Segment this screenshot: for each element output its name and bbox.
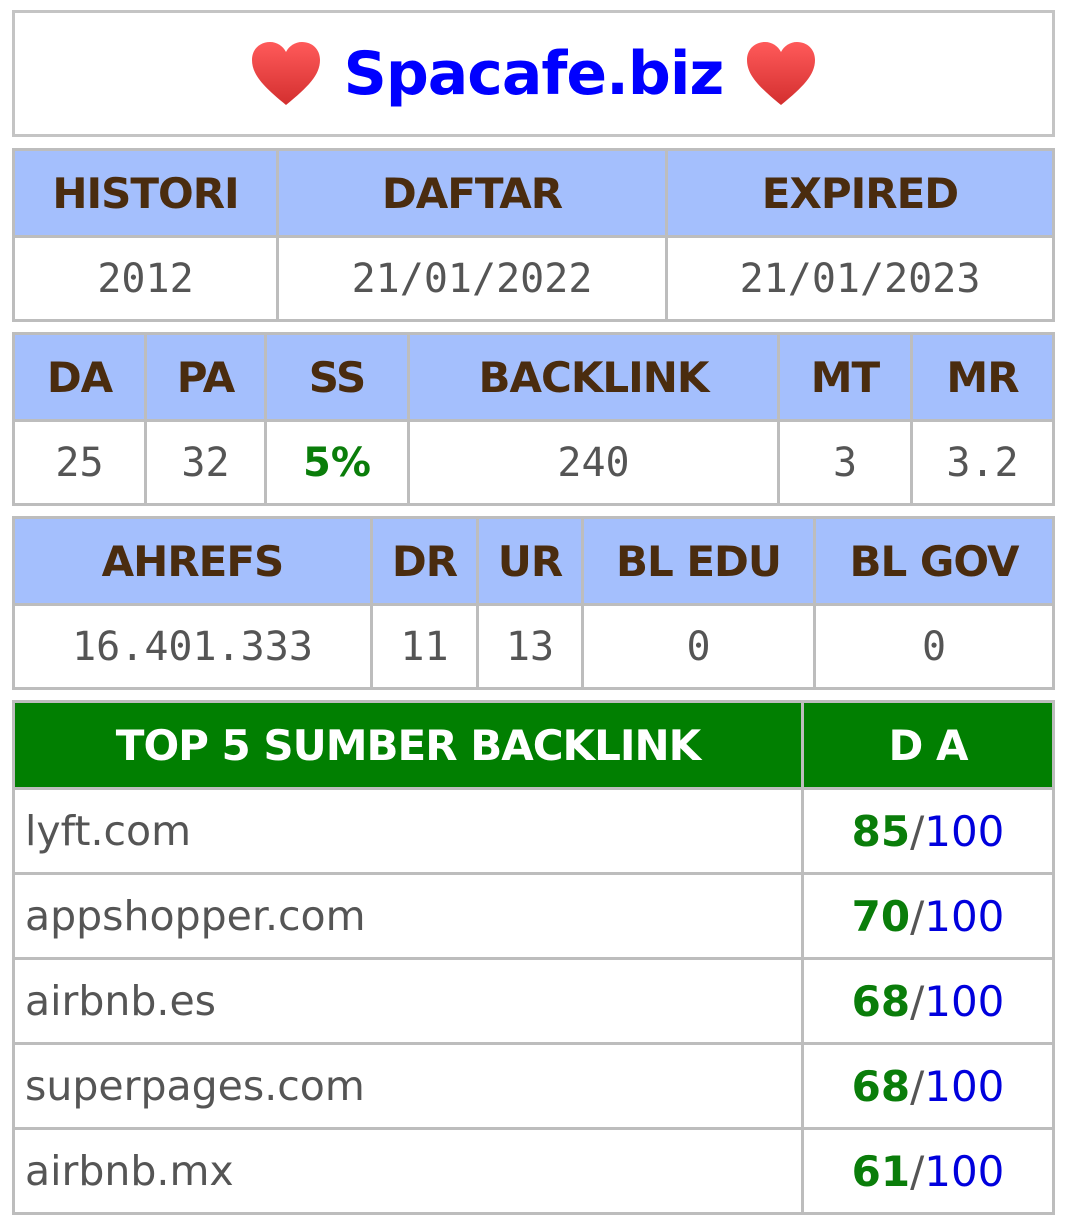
dr-value: 11 <box>370 603 479 690</box>
header-mt: MT <box>777 332 913 422</box>
table-row: 25 32 5% 240 3 3.2 <box>12 419 1055 506</box>
bl-edu-value: 0 <box>581 603 816 690</box>
da-value: 25 <box>12 419 147 506</box>
header-da: DA <box>12 332 147 422</box>
header-dr: DR <box>370 516 479 606</box>
heart-icon <box>251 41 320 105</box>
table-row: 2012 21/01/2022 21/01/2023 <box>12 235 1055 322</box>
table-row: lyft.com 85/100 <box>12 787 1055 875</box>
histori-value: 2012 <box>12 235 279 322</box>
header-da: D A <box>801 700 1055 790</box>
backlink-site[interactable]: airbnb.es <box>12 957 804 1045</box>
mr-value: 3.2 <box>910 419 1055 506</box>
table-row: 16.401.333 11 13 0 0 <box>12 603 1055 690</box>
backlink-site[interactable]: airbnb.mx <box>12 1127 804 1215</box>
bl-gov-value: 0 <box>813 603 1055 690</box>
header-pa: PA <box>144 332 267 422</box>
backlink-da-score: 85/100 <box>801 787 1055 875</box>
header-bl-edu: BL EDU <box>581 516 816 606</box>
mt-value: 3 <box>777 419 913 506</box>
header-mr: MR <box>910 332 1055 422</box>
backlink-da-score: 68/100 <box>801 1042 1055 1130</box>
daftar-value: 21/01/2022 <box>276 235 668 322</box>
backlink-da-score: 61/100 <box>801 1127 1055 1215</box>
table-row: appshopper.com 70/100 <box>12 872 1055 960</box>
backlink-da-score: 70/100 <box>801 872 1055 960</box>
header-top-sources: TOP 5 SUMBER BACKLINK <box>12 700 804 790</box>
table-header-row: HISTORI DAFTAR EXPIRED <box>12 148 1055 238</box>
table-header-row: AHREFS DR UR BL EDU BL GOV <box>12 516 1055 606</box>
heart-icon <box>747 41 816 105</box>
top-backlinks-table: TOP 5 SUMBER BACKLINK D A lyft.com 85/10… <box>12 700 1055 1215</box>
table-header-row: TOP 5 SUMBER BACKLINK D A <box>12 700 1055 790</box>
header-ahrefs: AHREFS <box>12 516 373 606</box>
ur-value: 13 <box>476 603 584 690</box>
backlink-site[interactable]: superpages.com <box>12 1042 804 1130</box>
ss-value: 5% <box>264 419 410 506</box>
site-title-banner: Spacafe.biz <box>12 10 1055 137</box>
table-row: airbnb.es 68/100 <box>12 957 1055 1045</box>
header-backlink: BACKLINK <box>407 332 780 422</box>
header-histori: HISTORI <box>12 148 279 238</box>
header-ur: UR <box>476 516 584 606</box>
header-ss: SS <box>264 332 410 422</box>
table-header-row: DA PA SS BACKLINK MT MR <box>12 332 1055 422</box>
site-name: Spacafe.biz <box>343 38 725 109</box>
header-expired: EXPIRED <box>665 148 1055 238</box>
backlink-da-score: 68/100 <box>801 957 1055 1045</box>
pa-value: 32 <box>144 419 267 506</box>
ahrefs-value: 16.401.333 <box>12 603 373 690</box>
table-row: superpages.com 68/100 <box>12 1042 1055 1130</box>
table-row: airbnb.mx 61/100 <box>12 1127 1055 1215</box>
backlink-site[interactable]: lyft.com <box>12 787 804 875</box>
ahrefs-table: AHREFS DR UR BL EDU BL GOV 16.401.333 11… <box>12 516 1055 690</box>
header-bl-gov: BL GOV <box>813 516 1055 606</box>
metrics-table: DA PA SS BACKLINK MT MR 25 32 5% 240 3 3… <box>12 332 1055 506</box>
backlink-value: 240 <box>407 419 780 506</box>
header-daftar: DAFTAR <box>276 148 668 238</box>
history-table: HISTORI DAFTAR EXPIRED 2012 21/01/2022 2… <box>12 148 1055 322</box>
expired-value: 21/01/2023 <box>665 235 1055 322</box>
backlink-site[interactable]: appshopper.com <box>12 872 804 960</box>
